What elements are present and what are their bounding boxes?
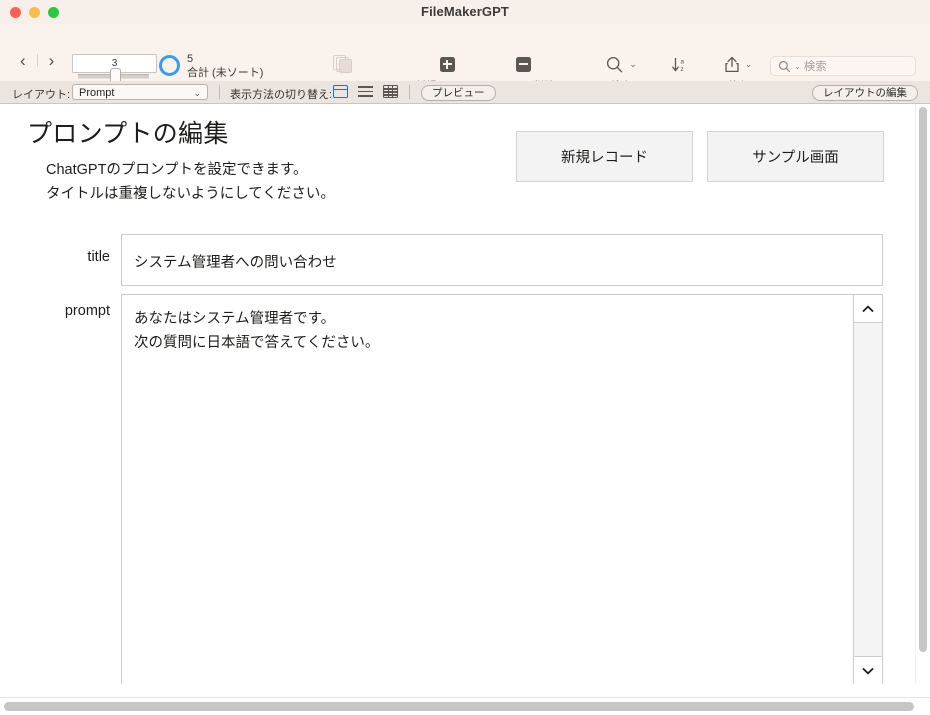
search-icon — [778, 60, 790, 72]
description-line-1: ChatGPTのプロンプトを設定できます。 — [46, 162, 308, 178]
edit-layout-button[interactable]: レイアウトの編集 — [812, 85, 918, 101]
window-vertical-scrollbar[interactable] — [915, 104, 930, 684]
nav-divider — [36, 54, 38, 67]
layoutbar-divider-1 — [219, 85, 220, 99]
scroll-up-button[interactable] — [854, 295, 882, 323]
page-description: ChatGPTのプロンプトを設定できます。 タイトルは重複しないようにしてくださ… — [46, 158, 335, 206]
horizontal-scrollbar-thumb[interactable] — [4, 702, 914, 711]
prompt-field-value: あなたはシステム管理者です。 次の質問に日本語で答えてください。 — [134, 311, 380, 351]
next-record-icon[interactable]: › — [47, 52, 57, 69]
main-toolbar: ‹ › 3 レコード 5 合計 (未ソート) すべてを表示 新規レコード — [0, 24, 930, 99]
layout-content-area: プロンプトの編集 ChatGPTのプロンプトを設定できます。 タイトルは重複しな… — [0, 104, 920, 684]
form-view-icon[interactable] — [332, 85, 348, 98]
layoutbar-divider-2 — [409, 85, 410, 99]
table-view-icon[interactable] — [383, 85, 398, 98]
share-chevron-down-icon[interactable]: ⌄ — [745, 59, 753, 70]
sort-status-label: 合計 (未ソート) — [187, 67, 264, 79]
chevron-up-icon — [862, 305, 874, 312]
filemaker-window: FileMakerGPT ‹ › 3 レコード 5 合計 (未ソート) すべてを… — [0, 0, 930, 715]
window-horizontal-scrollbar[interactable] — [0, 697, 930, 715]
search-placeholder: 検索 — [803, 61, 827, 73]
prompt-field[interactable]: あなたはシステム管理者です。 次の質問に日本語で答えてください。 — [121, 294, 883, 684]
total-record-count: 5 — [187, 53, 194, 65]
stack-icon — [288, 52, 398, 76]
found-set-pie-icon — [159, 55, 180, 76]
description-line-2: タイトルは重複しないようにしてください。 — [46, 186, 335, 202]
title-field-value: システム管理者への問い合わせ — [134, 255, 337, 271]
sample-screen-button[interactable]: サンプル画面 — [707, 131, 884, 182]
page-title: プロンプトの編集 — [27, 120, 229, 148]
layout-label: レイアウト: — [12, 89, 71, 101]
prompt-field-label: prompt — [64, 303, 110, 319]
new-record-action-button[interactable]: 新規レコード — [516, 131, 693, 182]
window-title: FileMakerGPT — [421, 4, 509, 19]
layout-bar: レイアウト: Prompt ⌄ 表示方法の切り替え: プレビュー Aa レイアウ… — [0, 81, 930, 104]
preview-button[interactable]: プレビュー — [421, 85, 496, 101]
window-titlebar: FileMakerGPT — [0, 0, 930, 24]
record-slider[interactable] — [78, 68, 149, 85]
title-field[interactable]: システム管理者への問い合わせ — [121, 234, 883, 286]
vertical-scrollbar-thumb[interactable] — [919, 107, 927, 652]
prompt-field-scrollbar[interactable] — [853, 295, 882, 684]
layout-select-value: Prompt — [79, 87, 115, 99]
layout-select[interactable]: Prompt ⌄ — [72, 84, 208, 100]
minus-square-icon — [468, 52, 578, 76]
search-input[interactable]: ⌄ 検索 — [770, 56, 916, 76]
view-switch-label: 表示方法の切り替え: — [230, 89, 333, 101]
title-field-label: title — [87, 249, 110, 265]
search-chevron-down-icon[interactable]: ⌄ — [794, 62, 801, 71]
scroll-down-button[interactable] — [854, 656, 882, 684]
view-mode-group — [332, 85, 398, 98]
chevron-down-icon — [862, 667, 874, 674]
previous-record-icon[interactable]: ‹ — [18, 52, 28, 69]
record-navigation: ‹ › — [18, 52, 56, 69]
chevron-down-icon: ⌄ — [193, 88, 201, 98]
list-view-icon[interactable] — [358, 85, 373, 98]
